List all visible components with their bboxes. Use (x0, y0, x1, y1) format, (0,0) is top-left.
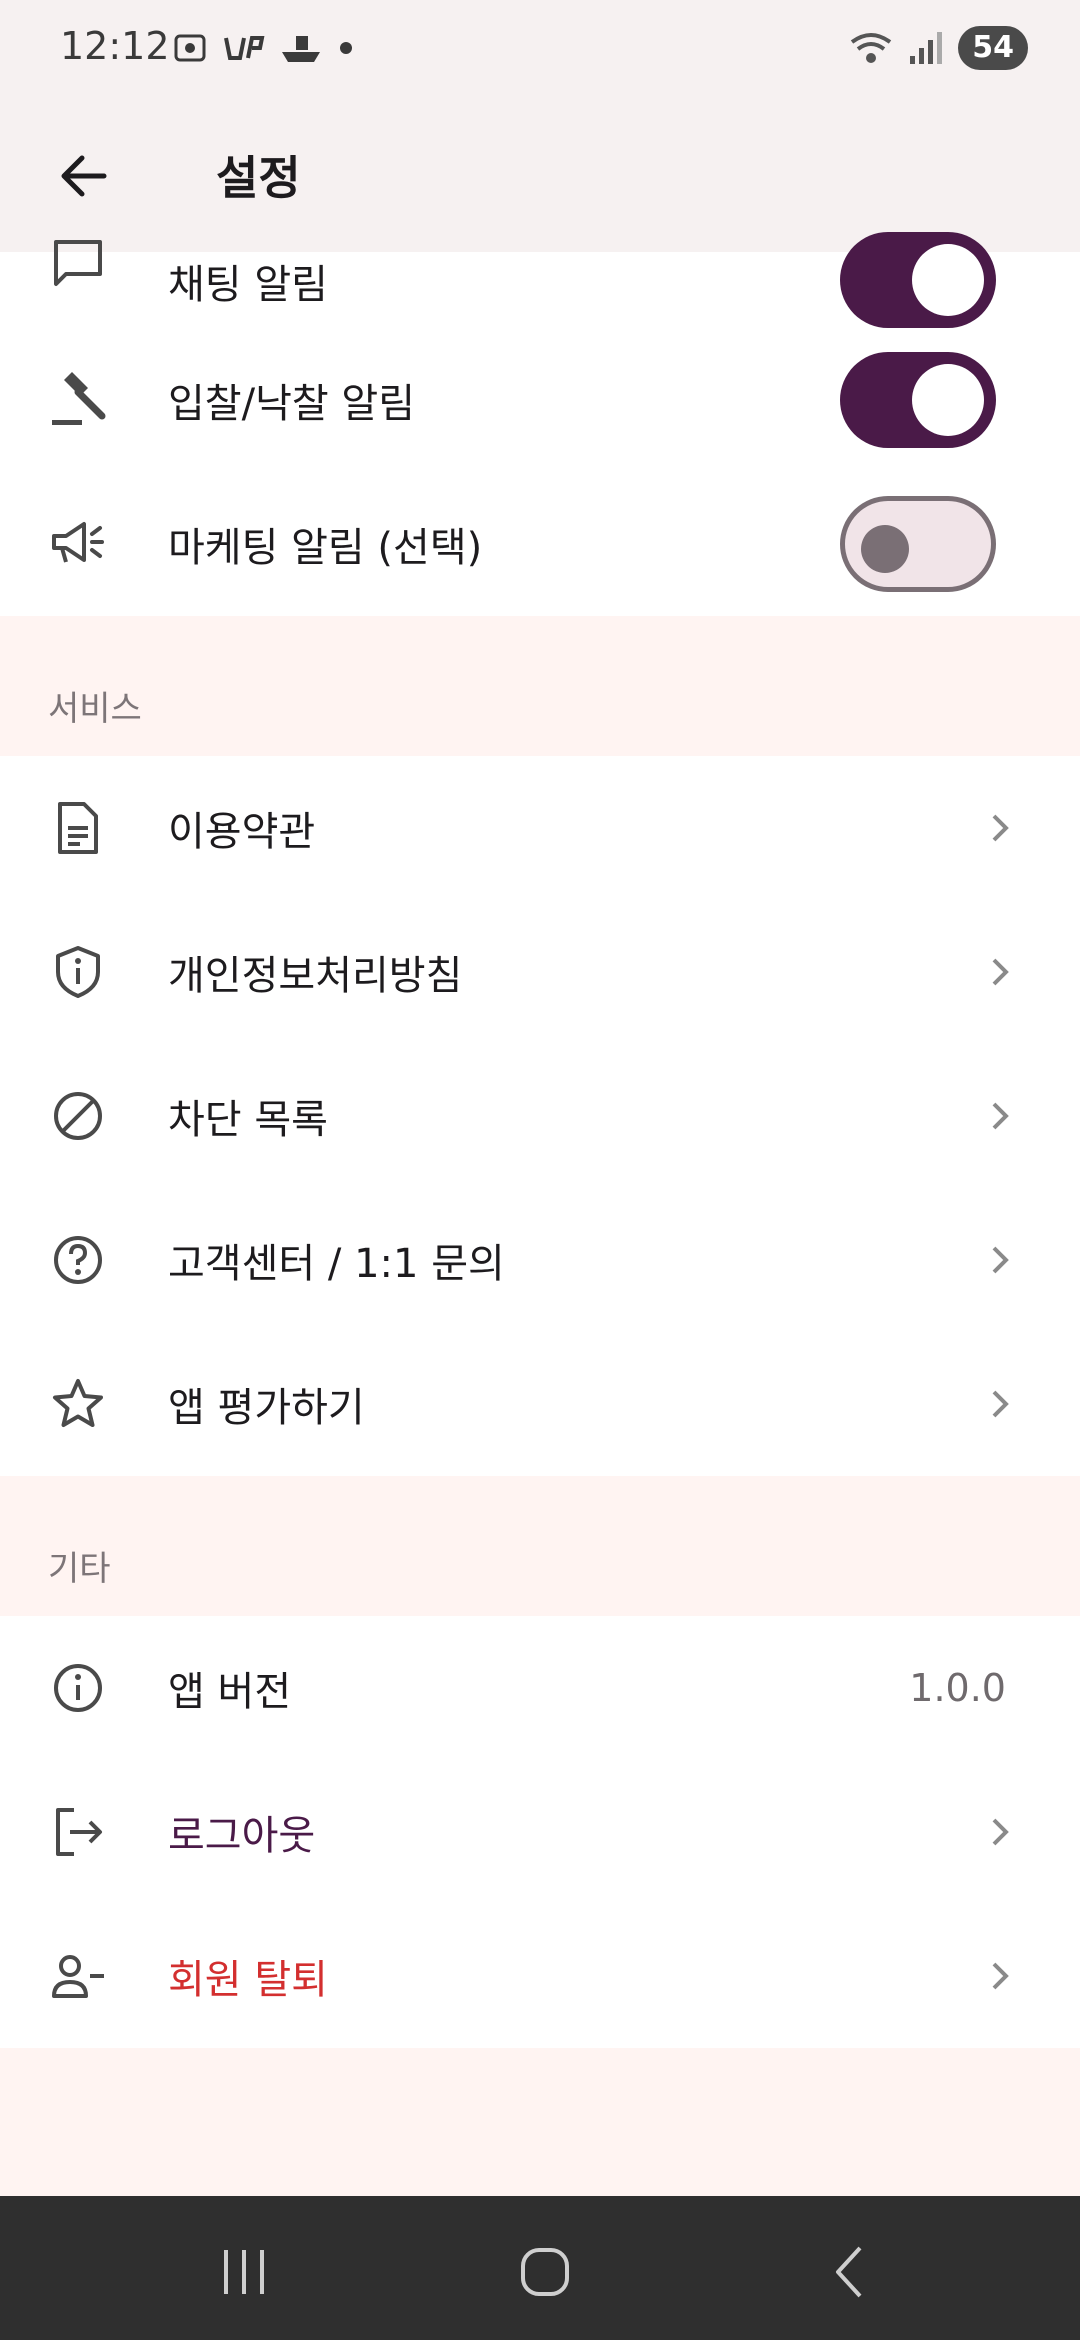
app-version-label: 앱 버전 (168, 1669, 292, 1715)
screenshot-icon (174, 34, 206, 62)
chevron-right-icon (992, 958, 1009, 986)
star-icon (53, 1379, 103, 1427)
logout-icon (56, 1808, 102, 1856)
arrow-left-icon (61, 155, 107, 197)
system-back-button[interactable] (810, 2232, 890, 2312)
service-section-header: 서비스 (0, 616, 1080, 756)
chevron-right-icon (992, 1102, 1009, 1130)
support-label: 고객센터 / 1:1 문의 (168, 1241, 505, 1287)
chat-notification-toggle[interactable] (840, 232, 996, 328)
dot-icon (340, 42, 352, 54)
recent-apps-button[interactable] (204, 2232, 284, 2312)
up-app-icon (224, 36, 265, 60)
home-icon (521, 2248, 569, 2296)
back-icon (836, 2246, 862, 2298)
wifi-icon (851, 33, 892, 63)
other-card: 앱 버전 1.0.0 로그아웃 회원 탈퇴 (0, 1616, 1080, 2048)
chat-bubble-icon (54, 240, 102, 286)
block-list-row[interactable]: 차단 목록 (0, 1044, 1080, 1188)
chevron-right-icon (992, 814, 1009, 842)
service-section-title: 서비스 (48, 689, 142, 729)
other-section-header: 기타 (0, 1476, 1080, 1616)
status-time: 12:12 (60, 24, 170, 68)
chevron-right-icon (992, 1246, 1009, 1274)
chevron-right-icon (992, 1962, 1009, 1990)
block-list-label: 차단 목록 (168, 1097, 328, 1143)
block-icon (54, 1092, 102, 1140)
boat-app-icon (282, 36, 320, 62)
terms-row[interactable]: 이용약관 (0, 756, 1080, 900)
bid-notification-label: 입찰/낙찰 알림 (168, 381, 415, 427)
status-bar: 12:12 54 (0, 0, 1080, 100)
chevron-right-icon (992, 1818, 1009, 1846)
info-icon (54, 1664, 102, 1712)
logout-label: 로그아웃 (168, 1813, 316, 1859)
app-bar: 설정 (0, 100, 1080, 252)
help-circle-icon (54, 1236, 102, 1284)
battery-indicator: 54 (958, 26, 1028, 70)
chevron-right-icon (992, 1390, 1009, 1418)
other-section-title: 기타 (48, 1549, 111, 1589)
privacy-row[interactable]: 개인정보처리방침 (0, 900, 1080, 1044)
rate-app-row[interactable]: 앱 평가하기 (0, 1332, 1080, 1476)
chat-notification-label: 채팅 알림 (168, 262, 328, 308)
bid-notification-toggle[interactable] (840, 352, 996, 448)
person-remove-icon (52, 1955, 104, 1998)
withdraw-label: 회원 탈퇴 (168, 1957, 328, 2003)
settings-content: 채팅 알림 입찰/낙찰 알림 마케팅 알림 (선택) 서비스 이용약관 개인정보… (0, 232, 1080, 2048)
privacy-label: 개인정보처리방침 (168, 953, 463, 999)
marketing-notification-row[interactable]: 마케팅 알림 (선택) (0, 472, 1080, 616)
home-button[interactable] (505, 2232, 585, 2312)
marketing-notification-toggle[interactable] (840, 496, 996, 592)
logout-row[interactable]: 로그아웃 (0, 1760, 1080, 1904)
marketing-notification-label: 마케팅 알림 (선택) (168, 525, 483, 571)
notifications-card: 채팅 알림 입찰/낙찰 알림 마케팅 알림 (선택) (0, 232, 1080, 616)
recent-apps-icon (224, 2250, 264, 2294)
withdraw-row[interactable]: 회원 탈퇴 (0, 1904, 1080, 2048)
system-nav-bar (0, 2196, 1080, 2340)
back-button[interactable] (44, 136, 124, 216)
support-row[interactable]: 고객센터 / 1:1 문의 (0, 1188, 1080, 1332)
service-card: 이용약관 개인정보처리방침 차단 목록 고객센터 / 1:1 문의 앱 평가하기 (0, 756, 1080, 1476)
signal-icon (910, 32, 943, 64)
terms-label: 이용약관 (168, 809, 316, 855)
chat-notification-row[interactable]: 채팅 알림 (0, 232, 1080, 328)
bid-notification-row[interactable]: 입찰/낙찰 알림 (0, 328, 1080, 472)
rate-app-label: 앱 평가하기 (168, 1385, 365, 1431)
app-version-row: 앱 버전 1.0.0 (0, 1616, 1080, 1760)
megaphone-icon (52, 522, 104, 563)
page-title: 설정 (216, 151, 301, 205)
gavel-icon (52, 372, 106, 425)
shield-info-icon (56, 946, 100, 998)
app-version-value: 1.0.0 (909, 1666, 1006, 1710)
document-icon (58, 802, 98, 854)
